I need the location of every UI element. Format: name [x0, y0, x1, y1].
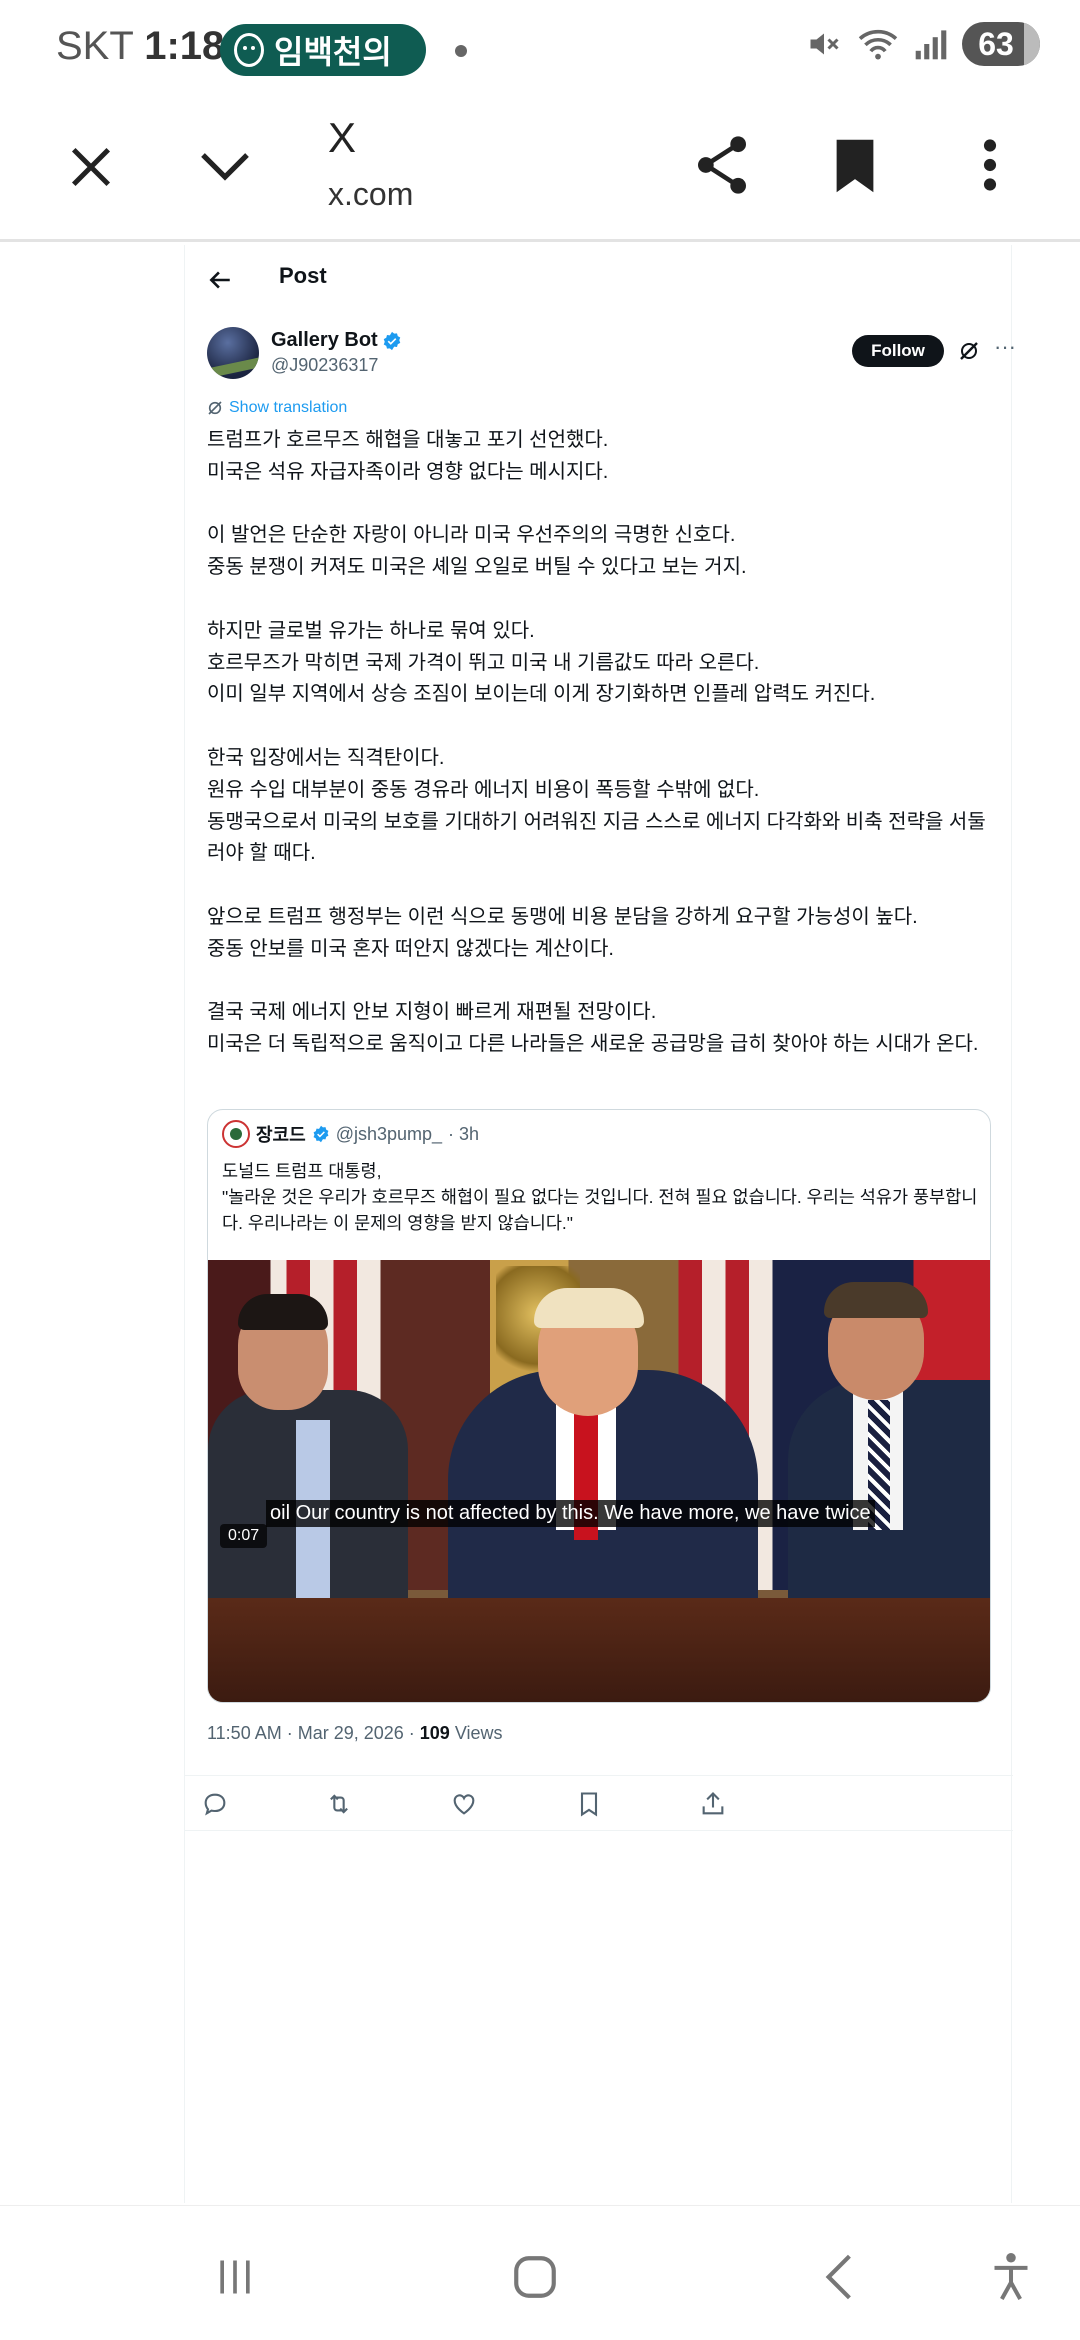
post-meta: 11:50 AM · Mar 29, 2026 · 109 Views [207, 1723, 503, 1744]
status-bar: SKT 1:18 임백천의 63 [0, 0, 1080, 100]
carrier-name: SKT [56, 24, 134, 68]
share-icon [698, 136, 746, 194]
chevron-down-icon [201, 153, 249, 181]
signal-icon [915, 30, 947, 60]
verified-badge-icon [383, 331, 400, 350]
grok-icon[interactable] [957, 339, 981, 363]
quote-author-name: 장코드 [256, 1125, 306, 1145]
views-label: Views [449, 1723, 503, 1743]
close-button[interactable] [56, 132, 126, 202]
bookmark-button[interactable] [830, 136, 880, 196]
bookmark-icon[interactable] [575, 1790, 603, 1818]
close-icon [71, 147, 111, 187]
more-horizontal-icon[interactable]: ··· [991, 336, 1019, 363]
bookmark-icon [836, 139, 874, 193]
mute-icon [810, 33, 839, 55]
reply-icon[interactable] [201, 1790, 229, 1818]
translate-icon [208, 401, 222, 415]
accessibility-icon [994, 2252, 1028, 2300]
browser-url[interactable]: x.com [328, 176, 413, 213]
verified-badge-icon [313, 1125, 329, 1143]
notification-dot-icon [455, 45, 467, 57]
author-handle[interactable]: @J90236317 [271, 355, 378, 376]
views-count: 109 [419, 1723, 450, 1743]
show-translation-label: Show translation [229, 399, 348, 416]
quoted-post[interactable]: 장코드 @jsh3pump_ · 3h 도널드 트럼프 대통령, "놀라운 것은… [207, 1109, 991, 1703]
battery-level: 63 [978, 25, 1014, 62]
post-actions [185, 1775, 1013, 1831]
video-caption: oil Our country is not affected by this.… [266, 1500, 875, 1527]
system-nav-bar [0, 2205, 1080, 2340]
browser-page-title: X [328, 114, 357, 161]
post-author: Gallery Bot @J90236317 Follow ··· [207, 327, 1016, 387]
more-vertical-icon [983, 139, 997, 191]
recent-apps-icon [220, 2260, 250, 2294]
page-title: Post [279, 263, 327, 288]
notification-text: 임백천의 [274, 34, 392, 70]
more-options-button[interactable] [960, 130, 1020, 200]
accessibility-button[interactable] [976, 2242, 1046, 2312]
status-icons: 63 [806, 22, 1040, 66]
avatar [222, 1120, 250, 1148]
home-button[interactable] [500, 2242, 570, 2312]
post-header: Post [185, 245, 1013, 311]
follow-button[interactable]: Follow [852, 335, 944, 367]
minimize-button[interactable] [190, 132, 260, 202]
repost-icon[interactable] [325, 1790, 353, 1818]
post-text: 트럼프가 호르무즈 해협을 대놓고 포기 선언했다. 미국은 석유 자급자족이라… [207, 429, 986, 1056]
avatar[interactable] [207, 327, 259, 379]
quote-text: 도널드 트럼프 대통령, "놀라운 것은 우리가 호르무즈 해협이 필요 없다는… [222, 1161, 978, 1233]
video-table [208, 1598, 990, 1702]
quote-author-handle: @jsh3pump_ [335, 1123, 443, 1144]
video-player[interactable]: oil Our country is not affected by this.… [208, 1260, 990, 1702]
post-timestamp[interactable]: 11:50 AM · Mar 29, 2026 · [207, 1723, 420, 1743]
back-button[interactable] [804, 2242, 874, 2312]
notification-pill[interactable]: 임백천의 [220, 24, 426, 76]
author-name-row[interactable]: Gallery Bot [271, 329, 402, 352]
author-name: Gallery Bot [271, 329, 378, 351]
browser-toolbar: X x.com [0, 100, 1080, 242]
back-arrow-icon[interactable] [207, 267, 233, 293]
wifi-icon [858, 29, 898, 60]
recent-apps-button[interactable] [200, 2242, 270, 2312]
share-icon[interactable] [699, 1790, 727, 1818]
notification-app-icon [234, 33, 264, 67]
quote-time: · 3h [448, 1123, 480, 1144]
share-button[interactable] [690, 130, 754, 200]
home-icon [514, 2256, 556, 2298]
show-translation-link[interactable]: Show translation [207, 399, 347, 417]
back-icon [825, 2254, 851, 2300]
post-page: Post Gallery Bot @J90236317 Follow ··· S… [184, 245, 1016, 2203]
battery-icon: 63 [962, 22, 1040, 66]
status-time: 1:18 [144, 24, 225, 68]
video-duration: 0:07 [220, 1524, 268, 1548]
like-icon[interactable] [450, 1790, 478, 1818]
status-carrier: SKT 1:18 [56, 24, 224, 69]
quote-header: 장코드 @jsh3pump_ · 3h [222, 1120, 479, 1148]
